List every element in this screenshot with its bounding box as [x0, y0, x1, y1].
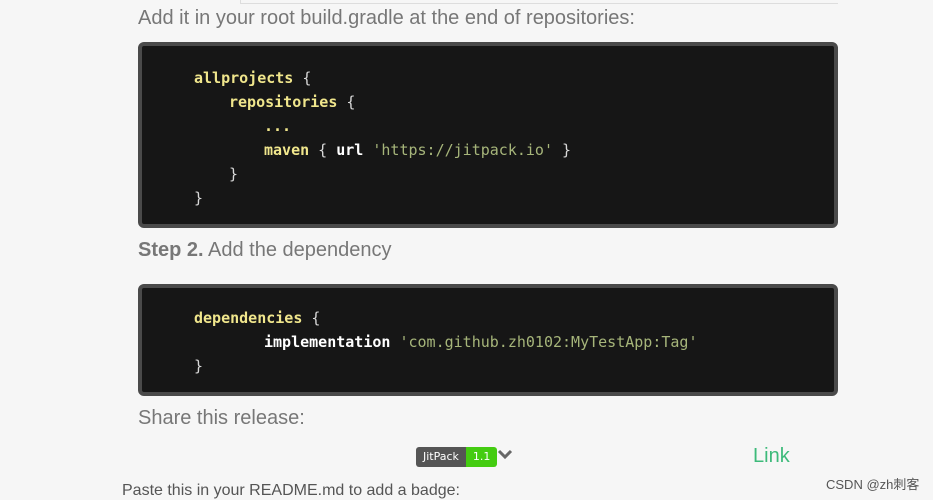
- code-line-5: }: [229, 162, 238, 186]
- top-divider: [240, 0, 838, 4]
- code-punct: }: [194, 357, 204, 375]
- code-punct: {: [337, 93, 356, 111]
- code-punct: {: [309, 141, 337, 159]
- root-gradle-instruction: Add it in your root build.gradle at the …: [138, 7, 635, 29]
- step2-label: Step 2.: [138, 239, 204, 261]
- share-heading: Share this release:: [138, 407, 305, 429]
- code-line-2: implementation 'com.github.zh0102:MyTest…: [264, 330, 697, 354]
- code-string: 'com.github.zh0102:MyTestApp:Tag': [399, 333, 698, 351]
- code-line-4: maven { url 'https://jitpack.io' }: [264, 138, 571, 162]
- code-line-3: ...: [264, 114, 291, 138]
- code-line-6: }: [194, 186, 203, 210]
- code-punct: {: [293, 69, 312, 87]
- code-identifier: implementation: [264, 333, 391, 351]
- code-keyword: dependencies: [194, 309, 303, 327]
- code-line-1: dependencies {: [194, 306, 320, 330]
- code-keyword: repositories: [229, 93, 338, 111]
- code-identifier: url: [336, 141, 364, 159]
- step2-text: Add the dependency: [203, 239, 392, 261]
- code-punct: }: [553, 141, 572, 159]
- jitpack-badge[interactable]: JitPack 1.1: [416, 447, 498, 467]
- paste-readme-instruction: Paste this in your README.md to add a ba…: [122, 482, 460, 499]
- code-keyword: maven: [264, 141, 310, 159]
- code-line-1: allprojects {: [194, 66, 311, 90]
- code-ellipsis: ...: [264, 117, 292, 135]
- code-string: 'https://jitpack.io': [372, 141, 553, 159]
- badge-version: 1.1: [465, 447, 498, 467]
- code-punct: }: [194, 189, 204, 207]
- code-punct: }: [229, 165, 239, 183]
- code-line-3: }: [194, 354, 203, 378]
- code-block-allprojects[interactable]: allprojects { repositories { ... maven {…: [138, 42, 838, 228]
- code-keyword: allprojects: [194, 69, 294, 87]
- step2-heading: Step 2. Add the dependency: [138, 239, 392, 262]
- chevron-down-icon[interactable]: [497, 447, 513, 463]
- code-block-dependencies[interactable]: dependencies { implementation 'com.githu…: [138, 284, 838, 396]
- code-punct: {: [302, 309, 321, 327]
- badge-link[interactable]: Link: [753, 445, 790, 468]
- csdn-watermark: CSDN @zh刺客: [826, 477, 920, 492]
- badge-label: JitPack: [416, 447, 466, 467]
- code-line-2: repositories {: [229, 90, 355, 114]
